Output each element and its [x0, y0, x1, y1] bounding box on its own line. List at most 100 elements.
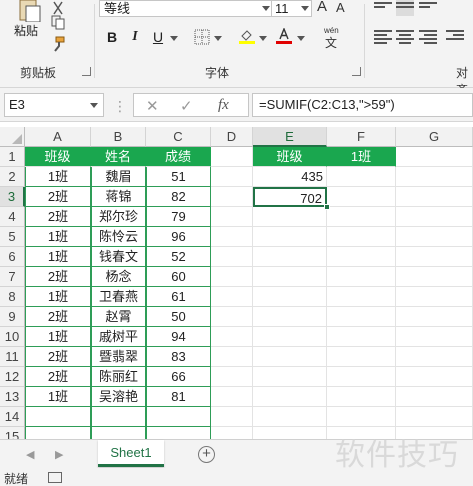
grid-cell[interactable] — [396, 347, 473, 367]
grid-cell[interactable] — [253, 367, 327, 387]
indent-icon[interactable] — [446, 28, 464, 44]
chevron-down-icon[interactable] — [214, 36, 222, 41]
row-header[interactable]: 11 — [0, 347, 25, 367]
chevron-down-icon[interactable] — [301, 6, 309, 11]
grid-cell[interactable] — [253, 207, 327, 227]
grid-cell[interactable] — [25, 427, 91, 439]
scroll-left-icon[interactable]: ◀ — [26, 448, 34, 461]
grow-font-button[interactable]: A — [317, 0, 327, 15]
table-data-cell[interactable]: 83 — [146, 347, 211, 367]
grid-cell[interactable] — [327, 247, 396, 267]
grid-cell[interactable] — [327, 347, 396, 367]
table-data-cell[interactable]: 暨翡翠 — [91, 347, 146, 367]
grid-cell[interactable] — [253, 267, 327, 287]
grid-cell[interactable] — [327, 187, 396, 207]
row-header[interactable]: 10 — [0, 327, 25, 347]
add-sheet-button[interactable]: + — [198, 446, 215, 463]
phonetic-button[interactable]: 文 — [325, 34, 337, 51]
table-data-cell[interactable]: 郑尔珍 — [91, 207, 146, 227]
grid-cell[interactable] — [396, 167, 473, 187]
copy-icon[interactable] — [50, 14, 66, 30]
table-header-cell[interactable]: 班级 — [25, 147, 91, 167]
grid-cell[interactable] — [327, 267, 396, 287]
grid-cell[interactable] — [253, 327, 327, 347]
insert-function-button[interactable]: fx — [218, 97, 229, 114]
grid-cell[interactable] — [396, 147, 473, 167]
enter-icon[interactable]: ✓ — [180, 97, 193, 115]
table-data-cell[interactable]: 61 — [146, 287, 211, 307]
table-data-cell[interactable]: 1班 — [25, 227, 91, 247]
table-data-cell[interactable]: 钱春文 — [91, 247, 146, 267]
grid-cell[interactable] — [396, 307, 473, 327]
table-data-cell[interactable]: 魏眉 — [91, 167, 146, 187]
table-data-cell[interactable]: 蒋锦 — [91, 187, 146, 207]
shrink-font-button[interactable]: A — [336, 0, 345, 15]
worksheet-grid[interactable]: ABCDEFG12345678910111213141516班级姓名成绩1班魏眉… — [0, 127, 473, 439]
row-header[interactable]: 13 — [0, 387, 25, 407]
grid-cell[interactable] — [253, 287, 327, 307]
grid-cell[interactable] — [25, 407, 91, 427]
result-cell[interactable]: 435 — [253, 167, 327, 187]
table-data-cell[interactable]: 66 — [146, 367, 211, 387]
grid-cell[interactable] — [327, 167, 396, 187]
border-icon[interactable] — [194, 29, 210, 45]
chevron-down-icon[interactable] — [259, 36, 267, 41]
chevron-down-icon[interactable] — [297, 36, 305, 41]
grid-cell[interactable] — [211, 367, 253, 387]
column-header[interactable]: B — [91, 127, 146, 147]
table-data-cell[interactable]: 2班 — [25, 207, 91, 227]
align-left-icon[interactable] — [374, 28, 392, 44]
fill-handle[interactable] — [324, 204, 330, 210]
align-center-icon[interactable] — [396, 28, 414, 44]
grid-cell[interactable] — [211, 267, 253, 287]
table-data-cell[interactable]: 94 — [146, 327, 211, 347]
grid-cell[interactable] — [396, 407, 473, 427]
row-header[interactable]: 6 — [0, 247, 25, 267]
table-data-cell[interactable]: 51 — [146, 167, 211, 187]
table-data-cell[interactable]: 戚树平 — [91, 327, 146, 347]
grid-cell[interactable] — [91, 407, 146, 427]
grid-cell[interactable] — [211, 407, 253, 427]
column-header[interactable]: A — [25, 127, 91, 147]
grid-cell[interactable] — [211, 287, 253, 307]
active-cell[interactable]: 702 — [253, 187, 327, 207]
chevron-down-icon[interactable] — [170, 36, 178, 41]
table-data-cell[interactable]: 陈丽红 — [91, 367, 146, 387]
grid-cell[interactable] — [327, 227, 396, 247]
grid-cell[interactable] — [211, 147, 253, 167]
sheet-tab[interactable]: Sheet1 — [98, 440, 164, 467]
table-data-cell[interactable]: 1班 — [25, 167, 91, 187]
formula-input[interactable]: =SUMIF(C2:C13,">59") — [252, 93, 473, 117]
bold-button[interactable]: B — [104, 28, 120, 46]
column-header[interactable]: E — [253, 127, 327, 147]
underline-button[interactable]: U — [150, 28, 166, 46]
grid-cell[interactable] — [211, 327, 253, 347]
table-data-cell[interactable]: 卫春燕 — [91, 287, 146, 307]
format-painter-icon[interactable] — [50, 36, 66, 52]
table-data-cell[interactable]: 52 — [146, 247, 211, 267]
grid-cell[interactable] — [211, 247, 253, 267]
column-header[interactable]: C — [146, 127, 211, 147]
table-data-cell[interactable]: 1班 — [25, 387, 91, 407]
font-name-select[interactable]: 等线 — [99, 0, 273, 17]
grid-cell[interactable] — [211, 207, 253, 227]
grid-cell[interactable] — [211, 427, 253, 439]
grid-cell[interactable] — [211, 227, 253, 247]
table-data-cell[interactable]: 50 — [146, 307, 211, 327]
table-header-cell[interactable]: 成绩 — [146, 147, 211, 167]
column-header[interactable]: D — [211, 127, 253, 147]
column-header[interactable]: G — [396, 127, 473, 147]
select-all-corner[interactable] — [0, 127, 25, 147]
table-data-cell[interactable]: 杨念 — [91, 267, 146, 287]
criteria-header-cell[interactable]: 班级 — [253, 147, 327, 167]
align-top-icon[interactable] — [374, 0, 392, 16]
grid-cell[interactable] — [327, 207, 396, 227]
grid-cell[interactable] — [211, 347, 253, 367]
grid-cell[interactable] — [396, 267, 473, 287]
row-header[interactable]: 2 — [0, 167, 25, 187]
grid-cell[interactable] — [253, 247, 327, 267]
table-data-cell[interactable]: 2班 — [25, 267, 91, 287]
row-header[interactable]: 15 — [0, 427, 25, 439]
row-header[interactable]: 5 — [0, 227, 25, 247]
row-header[interactable]: 12 — [0, 367, 25, 387]
